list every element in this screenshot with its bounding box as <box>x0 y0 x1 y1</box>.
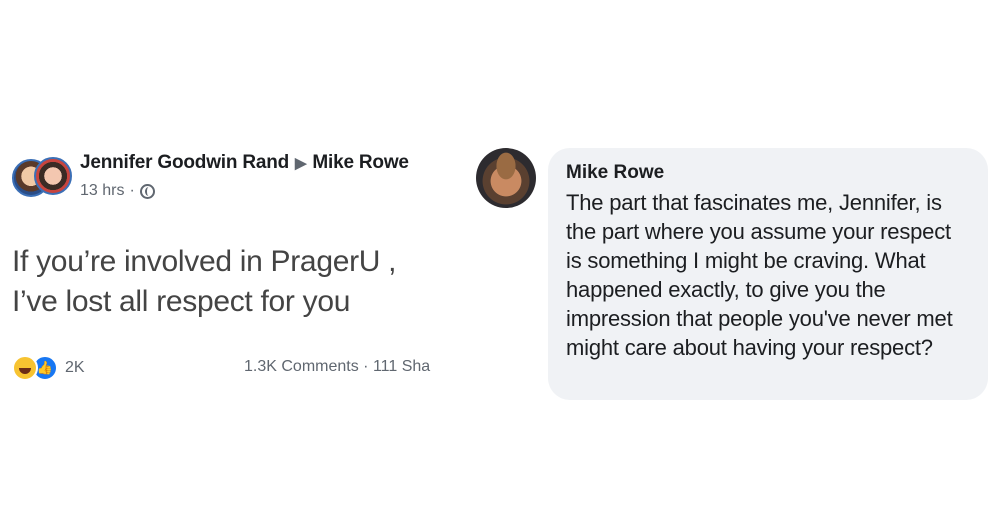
shares-link[interactable]: 111 Sha <box>373 358 430 375</box>
globe-icon[interactable] <box>139 183 155 199</box>
post-text-line: I’ve lost all respect for you <box>12 285 351 318</box>
facebook-post: Jennifer Goodwin Rand ▶ Mike Rowe 13 hrs ·… <box>0 0 480 522</box>
post-text-line: If you’re involved in PragerU , <box>12 245 397 278</box>
reaction-summary[interactable]: 👍 2K <box>12 355 85 381</box>
comment-bubble: Mike Rowe The part that fascinates me, J… <box>548 148 988 400</box>
arrow-right-icon: ▶ <box>295 155 307 172</box>
poster-avatar[interactable] <box>12 153 72 209</box>
post-meta: 13 hrs · <box>80 182 155 200</box>
meta-separator: · <box>363 358 369 375</box>
post-body: If you’re involved in PragerU , I’ve los… <box>12 242 397 322</box>
haha-icon <box>12 355 38 381</box>
comments-link[interactable]: 1.3K Comments <box>244 358 359 375</box>
meta-separator: · <box>129 182 135 199</box>
avatar-photo <box>34 157 72 195</box>
reaction-count: 2K <box>65 359 85 376</box>
engagement-counts: 1.3K Comments · 111 Sha <box>244 358 430 376</box>
post-timestamp[interactable]: 13 hrs <box>80 182 124 200</box>
post-header: Jennifer Goodwin Rand ▶ Mike Rowe <box>80 152 409 174</box>
commenter-avatar[interactable] <box>476 148 536 208</box>
comment-author-link[interactable]: Mike Rowe <box>566 162 970 184</box>
comment-text: The part that fascinates me, Jennifer, i… <box>566 190 953 360</box>
post-author-link[interactable]: Jennifer Goodwin Rand <box>80 152 289 173</box>
post-target-link[interactable]: Mike Rowe <box>312 152 409 173</box>
